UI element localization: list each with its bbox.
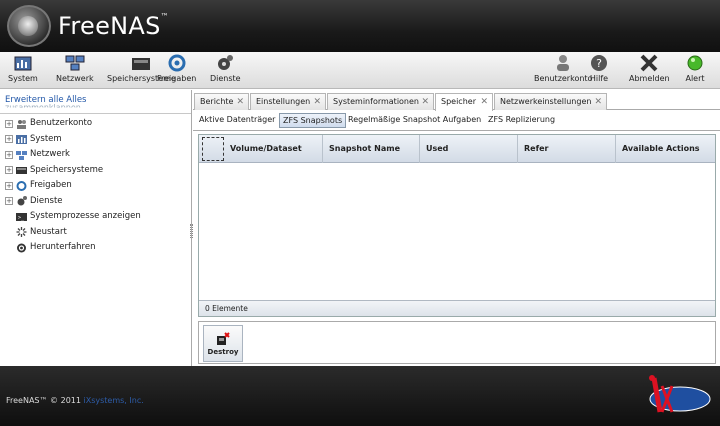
storage-icon: [16, 167, 27, 175]
brand-title: FreeNAS™: [58, 12, 169, 40]
destroy-button[interactable]: Destroy: [203, 325, 243, 362]
subtab-zfs-replication[interactable]: ZFS Replizierung: [485, 113, 558, 128]
toolbar-shares-button[interactable]: Freigaben: [157, 54, 196, 83]
system-icon: [16, 135, 27, 145]
svg-text:>_: >_: [18, 215, 25, 221]
subtab-zfs-snapshots[interactable]: ZFS Snapshots: [279, 113, 347, 128]
sidebar-item-netzwerk[interactable]: + Netzwerk: [5, 147, 141, 163]
app-header: FreeNAS™: [0, 0, 720, 52]
app-footer: FreeNAS™ © 2011 iXsystems, Inc.: [0, 366, 720, 426]
sidebar-item-dienste[interactable]: + Dienste: [5, 194, 141, 210]
logout-icon: [640, 54, 658, 72]
subtab-periodic-snapshot-tasks[interactable]: Regelmäßige Snapshot Aufgaben: [345, 113, 484, 128]
toolbar-account-button[interactable]: Benutzerkonto: [534, 54, 592, 83]
shares-icon: [168, 54, 186, 72]
sidebar-item-neustart[interactable]: Neustart: [5, 225, 141, 241]
sidebar-tree: + Benutzerkonto + System + Netzwerk + Speich…: [5, 116, 141, 256]
close-icon[interactable]: ✕: [594, 94, 602, 110]
expand-toggle-icon[interactable]: +: [5, 166, 13, 175]
column-header-snapshot-name[interactable]: Snapshot Name: [322, 135, 419, 163]
subtab-divider: [193, 130, 720, 131]
tab-berichte[interactable]: Berichte ✕: [194, 93, 249, 110]
company-link[interactable]: iXsystems, Inc.: [84, 396, 144, 405]
toolbar-services-button[interactable]: Dienste: [210, 54, 241, 83]
close-icon[interactable]: ✕: [313, 94, 321, 110]
restart-icon: [16, 227, 27, 238]
sidebar-item-benutzerkonto[interactable]: + Benutzerkonto: [5, 116, 141, 132]
collapse-all-link-line2[interactable]: zusammenklappen: [5, 103, 81, 108]
column-header-available-actions[interactable]: Available Actions: [615, 135, 715, 163]
tab-netzwerkeinstellungen[interactable]: Netzwerkeinstellungen ✕: [494, 93, 607, 110]
table-status: 0 Elemente: [199, 300, 715, 316]
toolbar-system-button[interactable]: System: [8, 54, 38, 83]
terminal-icon: >_: [16, 212, 27, 221]
column-header-refer[interactable]: Refer: [517, 135, 615, 163]
system-icon: [14, 56, 32, 71]
toolbar-logout-button[interactable]: Abmelden: [629, 54, 670, 83]
subtab-bar: Aktive Datenträger ZFS Snapshots Regelmä…: [193, 111, 720, 130]
main-panel: Berichte ✕ Einstellungen ✕ Systeminformati…: [193, 90, 720, 366]
toolbar-alert-button[interactable]: Alert: [685, 54, 705, 83]
action-panel: Destroy: [198, 321, 716, 364]
table-header: Volume/Dataset Snapshot Name Used Refer …: [199, 135, 715, 163]
close-icon[interactable]: ✕: [480, 94, 488, 110]
power-icon: [17, 243, 26, 253]
shares-icon: [16, 180, 27, 191]
close-icon[interactable]: ✕: [236, 94, 244, 110]
svg-text:?: ?: [596, 57, 602, 70]
destroy-icon: [217, 332, 230, 345]
select-all-cell[interactable]: [202, 137, 224, 161]
expand-toggle-icon[interactable]: +: [5, 181, 13, 190]
services-icon: [218, 55, 234, 70]
tab-systeminformationen[interactable]: Systeminformationen ✕: [327, 93, 434, 110]
help-icon: ?: [591, 55, 607, 71]
expand-toggle-icon[interactable]: +: [5, 150, 13, 159]
sidebar-item-freigaben[interactable]: + Freigaben: [5, 178, 141, 194]
toolbar-network-button[interactable]: Netzwerk: [56, 54, 94, 83]
tab-einstellungen[interactable]: Einstellungen ✕: [250, 93, 326, 110]
column-header-volume[interactable]: Volume/Dataset: [224, 135, 322, 163]
users-icon: [17, 119, 26, 129]
network-icon: [16, 150, 27, 160]
toolbar-help-button[interactable]: ? Hilfe: [589, 54, 609, 83]
sidebar-item-speichersysteme[interactable]: + Speichersysteme: [5, 163, 141, 179]
services-icon: [17, 196, 27, 206]
copyright-text: FreeNAS™ © 2011 iXsystems, Inc.: [6, 396, 144, 405]
sidebar-item-system[interactable]: + System: [5, 132, 141, 148]
sidebar-item-herunterfahren[interactable]: Herunterfahren: [5, 240, 141, 256]
freenas-logo-icon: [7, 5, 51, 47]
main-toolbar: System Netzwerk Speichersysteme Freigabe…: [0, 52, 720, 89]
expand-toggle-icon[interactable]: +: [5, 135, 13, 144]
sidebar: Erweitern alle Alles zusammenklappen + Be…: [0, 90, 192, 366]
subtab-aktive-datentraeger[interactable]: Aktive Datenträger: [196, 113, 278, 128]
snapshots-table: Volume/Dataset Snapshot Name Used Refer …: [198, 134, 716, 317]
storage-icon: [132, 58, 151, 70]
sidebar-tree-controls: Erweitern alle Alles zusammenklappen: [5, 95, 86, 108]
expand-toggle-icon[interactable]: +: [5, 119, 13, 128]
sidebar-divider: [0, 113, 191, 114]
column-header-used[interactable]: Used: [419, 135, 517, 163]
account-icon: [557, 55, 570, 71]
sidebar-item-systemprozesse[interactable]: >_ Systemprozesse anzeigen: [5, 209, 141, 225]
tab-speicher[interactable]: Speicher ✕: [435, 93, 493, 111]
ixsystems-logo-icon: [649, 375, 711, 413]
network-icon: [65, 55, 85, 71]
expand-toggle-icon[interactable]: +: [5, 197, 13, 206]
alert-icon: [687, 55, 703, 71]
tab-bar: Berichte ✕ Einstellungen ✕ Systeminformati…: [193, 90, 720, 111]
close-icon[interactable]: ✕: [421, 94, 429, 110]
